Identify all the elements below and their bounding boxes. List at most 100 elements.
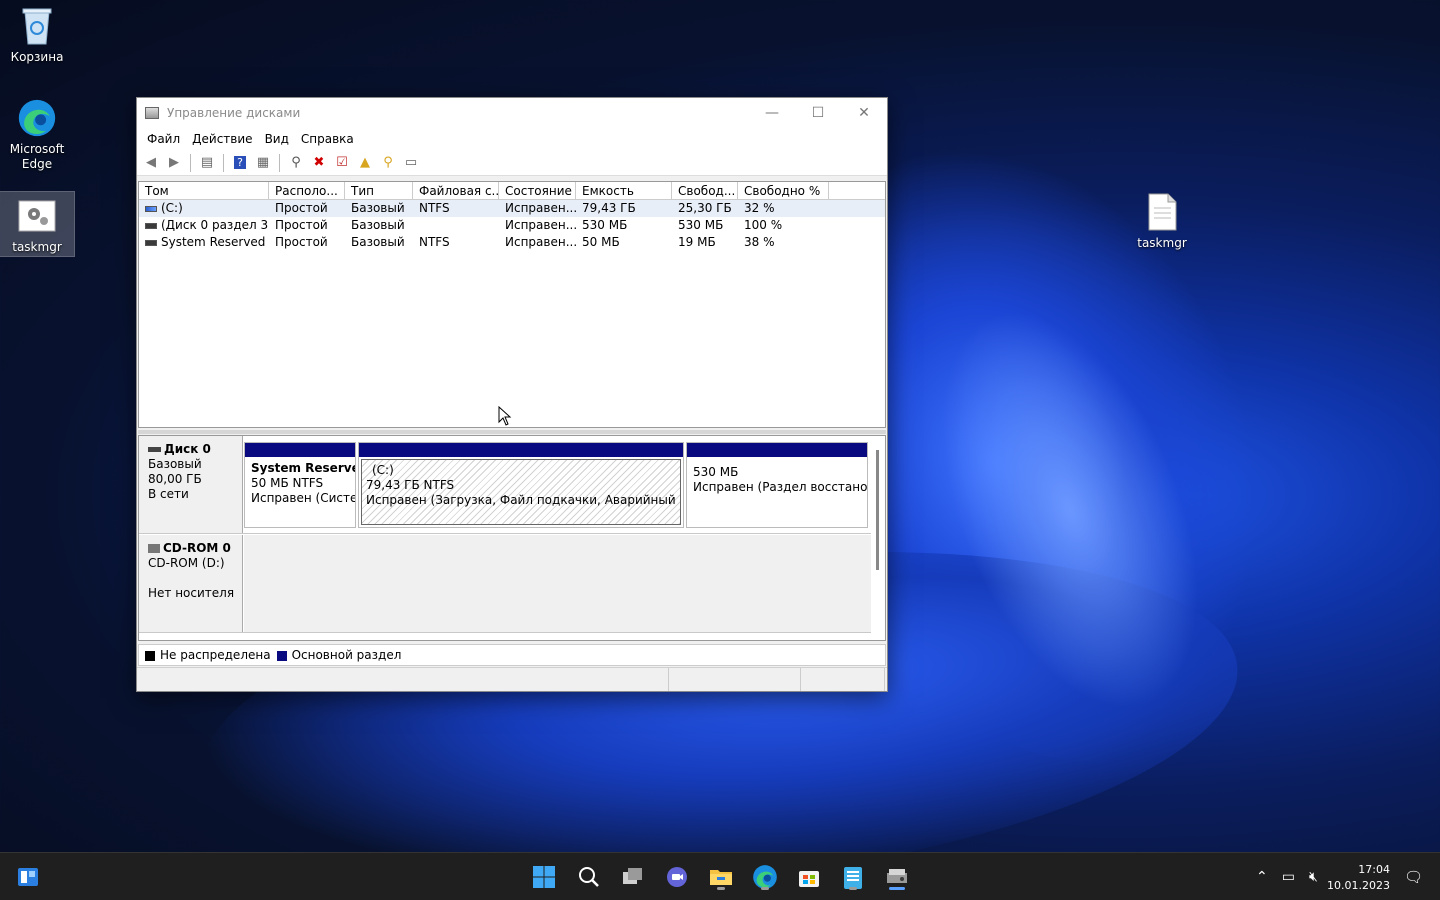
task-view-button[interactable] bbox=[617, 861, 649, 893]
filesystem-cell: NTFS bbox=[419, 235, 450, 249]
disk-0-label[interactable]: Диск 0 Базовый 80,00 ГБ В сети bbox=[139, 436, 243, 533]
view-options-icon[interactable]: ▭ bbox=[401, 153, 421, 173]
disk-type: Базовый bbox=[148, 457, 202, 471]
table-row[interactable]: System Reserved Простой Базовый NTFS Исп… bbox=[139, 234, 885, 251]
search-folder-icon[interactable]: ⚲ bbox=[378, 153, 398, 173]
close-button[interactable]: ✕ bbox=[841, 98, 887, 128]
toolbar-separator bbox=[190, 153, 191, 172]
column-header-filesystem[interactable]: Файловая с... bbox=[413, 182, 499, 199]
chat-button[interactable] bbox=[661, 861, 693, 893]
partition-text: 530 МБ Исправен (Раздел восстановле bbox=[687, 457, 867, 499]
column-header-free-percent[interactable]: Свободно % bbox=[738, 182, 829, 199]
table-row[interactable]: (C:) Простой Базовый NTFS Исправен... 79… bbox=[139, 200, 885, 217]
desktop-icon-taskmgr-shortcut[interactable]: taskmgr bbox=[0, 191, 75, 257]
check-icon[interactable]: ☑ bbox=[332, 153, 352, 173]
volume-list[interactable]: Том Располо... Тип Файловая с... Состоян… bbox=[138, 181, 886, 428]
running-indicator bbox=[849, 887, 857, 890]
desktop-icon-taskmgr-file[interactable]: taskmgr bbox=[1125, 192, 1199, 251]
task-view-icon bbox=[623, 868, 642, 884]
menu-help[interactable]: Справка bbox=[295, 132, 360, 146]
type-cell: Базовый bbox=[351, 218, 405, 232]
windows-logo-icon bbox=[533, 866, 555, 888]
disk-management-icon bbox=[887, 869, 907, 883]
start-button[interactable] bbox=[528, 861, 560, 893]
volume-name-cell: System Reserved bbox=[139, 234, 269, 251]
forward-icon[interactable]: ▶ bbox=[164, 153, 184, 173]
show-hidden-icons-icon[interactable]: ⌃ bbox=[1256, 869, 1268, 885]
capacity-cell: 50 МБ bbox=[582, 235, 620, 249]
layout-cell: Простой bbox=[275, 201, 328, 215]
clock[interactable]: 17:04 10.01.2023 bbox=[1327, 862, 1390, 894]
volume-name: System Reserved bbox=[161, 235, 266, 249]
partition-status: Исправен (Загрузка, Файл подкачки, Авари… bbox=[366, 493, 680, 507]
volume-icon bbox=[145, 222, 157, 229]
store-button[interactable] bbox=[793, 861, 825, 893]
connect-disk-icon[interactable]: ⚲ bbox=[286, 153, 306, 173]
notepad-button[interactable] bbox=[837, 861, 869, 893]
free-cell: 530 МБ bbox=[678, 218, 724, 232]
cdrom-0-label[interactable]: CD-ROM 0 CD-ROM (D:) Нет носителя bbox=[139, 535, 243, 632]
network-icon[interactable]: ▭ bbox=[1282, 869, 1295, 885]
show-hide-console-tree-icon[interactable]: ▤ bbox=[197, 153, 217, 173]
delete-icon[interactable]: ✖ bbox=[309, 153, 329, 173]
partition-recovery[interactable]: 530 МБ Исправен (Раздел восстановле bbox=[686, 442, 868, 528]
column-header-status[interactable]: Состояние bbox=[499, 182, 576, 199]
legend-label: Основной раздел bbox=[291, 648, 402, 662]
disk-management-taskbar-button[interactable] bbox=[881, 861, 913, 893]
column-header-free[interactable]: Свобод... bbox=[672, 182, 738, 199]
properties-icon[interactable]: ▦ bbox=[253, 153, 273, 173]
taskbar: ⌃ ▭ 🔇︎ 17:04 10.01.2023 🗨︎ bbox=[0, 852, 1440, 900]
status-section bbox=[137, 668, 669, 691]
graph-pane-scrollbar[interactable] bbox=[876, 450, 879, 570]
file-explorer-button[interactable] bbox=[705, 861, 737, 893]
shortcut-gear-icon bbox=[17, 196, 57, 236]
column-header-capacity[interactable]: Емкость bbox=[576, 182, 672, 199]
folder-icon bbox=[710, 870, 732, 885]
app-icon bbox=[145, 107, 159, 119]
column-header-type[interactable]: Тип bbox=[345, 182, 413, 199]
status-cell: Исправен... bbox=[505, 218, 576, 232]
column-header-layout[interactable]: Располо... bbox=[269, 182, 345, 199]
menu-action[interactable]: Действие bbox=[186, 132, 258, 146]
volume-muted-icon[interactable]: 🔇︎ bbox=[1309, 869, 1318, 885]
partition-system-reserved[interactable]: System Reserved 50 МБ NTFS Исправен (Сис… bbox=[244, 442, 356, 528]
search-button[interactable] bbox=[573, 861, 605, 893]
volume-name: (C:) bbox=[161, 201, 183, 215]
desktop-icon-recycle-bin[interactable]: Корзина bbox=[0, 6, 74, 65]
back-icon[interactable]: ◀ bbox=[141, 153, 161, 173]
disk-state: Нет носителя bbox=[148, 586, 235, 600]
open-folder-icon[interactable]: ▲ bbox=[355, 153, 375, 173]
partition-c[interactable]: (C:) 79,43 ГБ NTFS Исправен (Загрузка, Ф… bbox=[358, 442, 684, 528]
help-icon[interactable]: ? bbox=[230, 153, 250, 173]
volume-name: (Диск 0 раздел 3) bbox=[161, 218, 269, 232]
free-cell: 19 МБ bbox=[678, 235, 716, 249]
running-indicator bbox=[717, 887, 725, 890]
maximize-button[interactable]: ☐ bbox=[795, 98, 841, 128]
disk-management-window: Управление дисками — ☐ ✕ Файл Действие В… bbox=[136, 97, 888, 692]
disk-type: CD-ROM (D:) bbox=[148, 556, 225, 570]
free-percent-cell: 38 % bbox=[744, 235, 775, 249]
table-row[interactable]: (Диск 0 раздел 3) Простой Базовый Исправ… bbox=[139, 217, 885, 234]
clock-date: 10.01.2023 bbox=[1327, 879, 1390, 892]
column-header-volume[interactable]: Том bbox=[139, 182, 269, 199]
free-percent-cell: 32 % bbox=[744, 201, 775, 215]
menu-view[interactable]: Вид bbox=[259, 132, 295, 146]
status-bar bbox=[137, 667, 887, 691]
filesystem-cell: NTFS bbox=[419, 201, 450, 215]
menu-file[interactable]: Файл bbox=[141, 132, 186, 146]
widgets-button[interactable] bbox=[12, 861, 44, 893]
capacity-cell: 79,43 ГБ bbox=[582, 201, 636, 215]
pane-splitter[interactable] bbox=[138, 430, 886, 434]
partition-bar bbox=[687, 443, 867, 457]
desktop-icon-edge[interactable]: Microsoft Edge bbox=[0, 98, 74, 172]
volume-name-cell: (C:) bbox=[139, 200, 269, 217]
partition-status: Исправен (Раздел восстановле bbox=[693, 480, 867, 494]
type-cell: Базовый bbox=[351, 201, 405, 215]
desktop-icon-label: taskmgr bbox=[1137, 236, 1187, 250]
title-bar[interactable]: Управление дисками — ☐ ✕ bbox=[137, 98, 887, 128]
minimize-button[interactable]: — bbox=[749, 98, 795, 128]
notifications-icon[interactable]: 🗨︎ bbox=[1404, 868, 1423, 886]
disk-graph-pane: Диск 0 Базовый 80,00 ГБ В сети System Re… bbox=[138, 435, 886, 641]
legend-item-primary: Основной раздел bbox=[276, 648, 402, 662]
edge-taskbar-button[interactable] bbox=[749, 861, 781, 893]
